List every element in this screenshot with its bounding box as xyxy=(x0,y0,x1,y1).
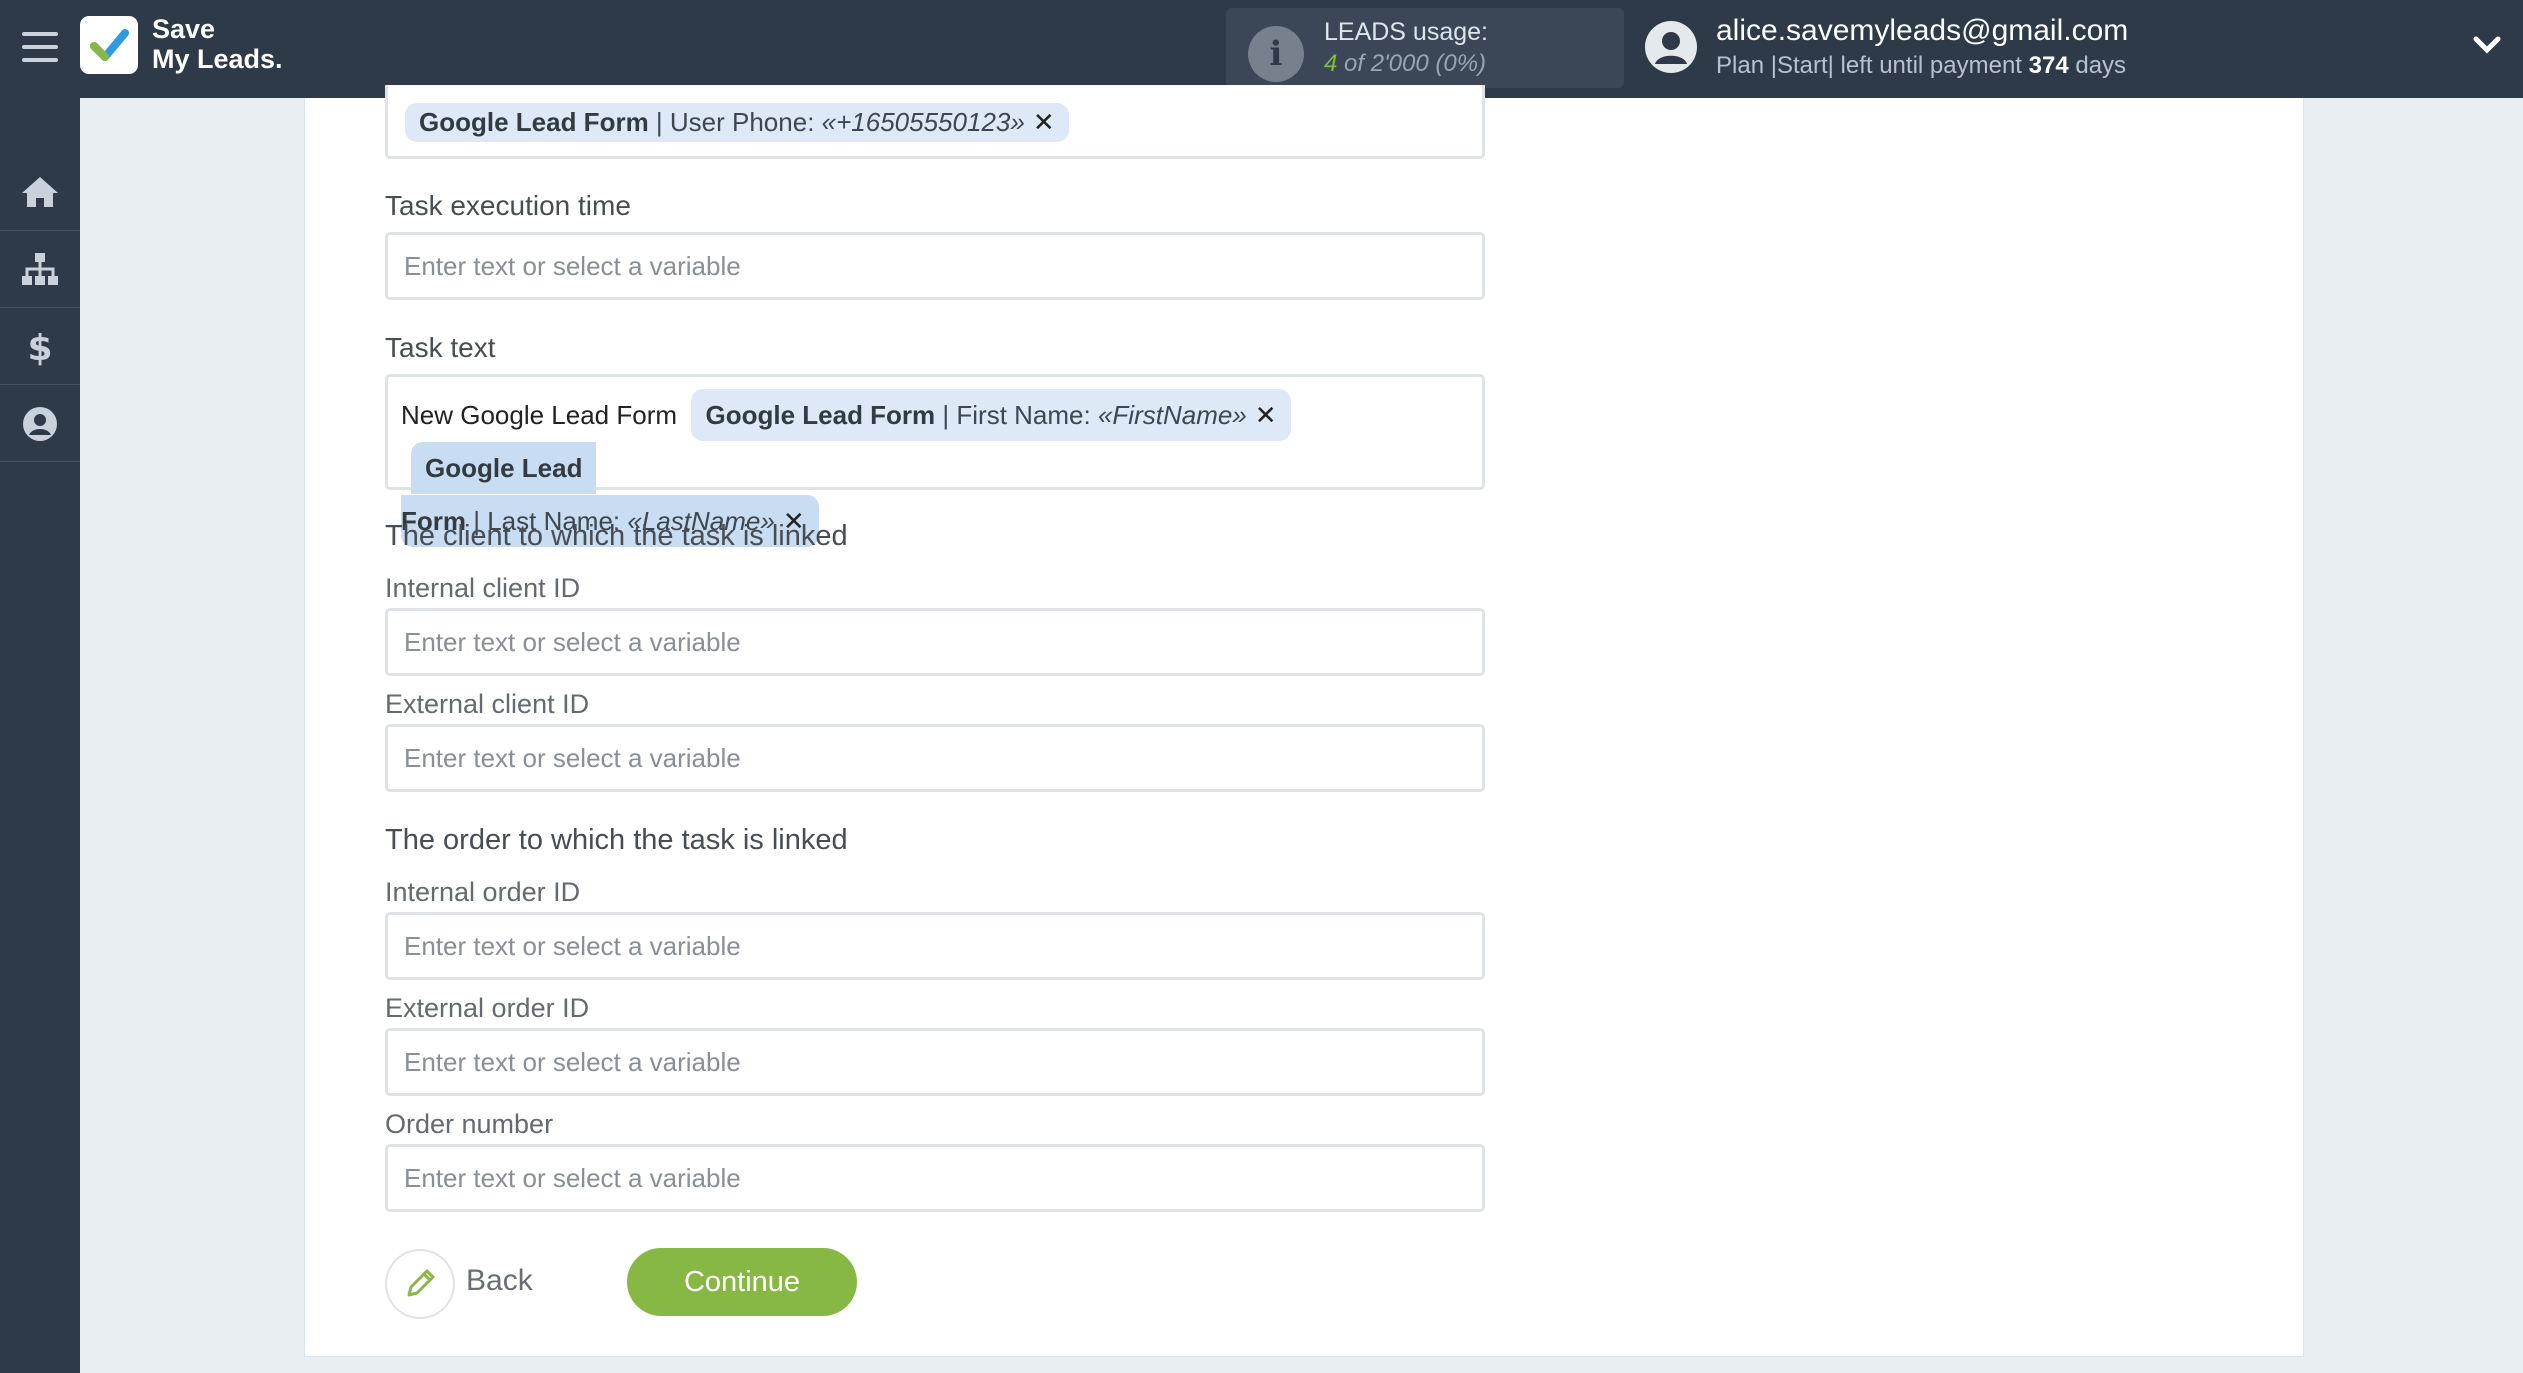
order-number-label: Order number xyxy=(385,1109,554,1139)
order-section-title: The order to which the task is linked xyxy=(385,824,848,856)
brand-line-2: My Leads. xyxy=(152,44,283,74)
brand-name[interactable]: Save My Leads. xyxy=(152,14,283,74)
task-text-label: Task text xyxy=(385,332,496,363)
leads-total: of 2'000 xyxy=(1344,50,1429,77)
top-bar: Save My Leads. i LEADS usage: 4 of 2'000… xyxy=(0,0,2523,98)
leads-usage-panel: i LEADS usage: 4 of 2'000 (0%) xyxy=(1226,8,1624,88)
sidebar-item-connections[interactable] xyxy=(0,231,80,308)
user-plan-info: Plan |Start| left until payment 374 days xyxy=(1716,52,2126,80)
pencil-icon xyxy=(407,1269,435,1297)
leads-usage-count: 4 of 2'000 (0%) xyxy=(1324,50,1486,78)
info-icon[interactable]: i xyxy=(1248,26,1304,82)
menu-icon[interactable] xyxy=(22,32,58,64)
order-number-input[interactable]: Enter text or select a variable xyxy=(385,1144,1485,1212)
leads-percent: (0%) xyxy=(1435,50,1487,77)
external-order-id-input[interactable]: Enter text or select a variable xyxy=(385,1028,1485,1096)
user-icon xyxy=(23,407,57,441)
leads-usage-title: LEADS usage: xyxy=(1324,18,1488,46)
brand-line-1: Save xyxy=(152,14,216,44)
user-avatar-icon[interactable] xyxy=(1644,20,1698,74)
internal-client-id-input[interactable]: Enter text or select a variable xyxy=(385,608,1485,676)
days-count: 374 xyxy=(2028,52,2069,79)
task-execution-time-input[interactable]: Enter text or select a variable xyxy=(385,232,1485,300)
days-label: days xyxy=(2075,52,2127,79)
sidebar: $ xyxy=(0,98,80,1373)
remove-tag-icon[interactable]: ✕ xyxy=(1033,107,1055,137)
internal-order-id-input[interactable]: Enter text or select a variable xyxy=(385,912,1485,980)
dollar-icon: $ xyxy=(27,328,52,366)
leads-used: 4 xyxy=(1324,50,1338,77)
phone-field[interactable]: Google Lead Form | User Phone: «+1650555… xyxy=(385,85,1485,159)
variable-tag[interactable]: Google Lead xyxy=(411,442,597,494)
external-order-id-label: External order ID xyxy=(385,993,590,1023)
external-client-id-input[interactable]: Enter text or select a variable xyxy=(385,724,1485,792)
svg-text:$: $ xyxy=(27,328,52,366)
home-icon xyxy=(22,177,58,207)
back-label[interactable]: Back xyxy=(466,1264,533,1298)
sidebar-item-billing[interactable]: $ xyxy=(0,308,80,385)
external-client-id-label: External client ID xyxy=(385,689,590,719)
back-button[interactable] xyxy=(385,1249,455,1319)
plan-text: Plan |Start| left until payment xyxy=(1716,52,2022,79)
client-section-title: The client to which the task is linked xyxy=(385,520,848,552)
chevron-down-icon[interactable] xyxy=(2472,34,2502,56)
continue-button[interactable]: Continue xyxy=(627,1248,857,1316)
logo-icon[interactable] xyxy=(80,16,138,74)
sidebar-item-home[interactable] xyxy=(0,154,80,231)
task-text-input[interactable]: New Google Lead Form Google Lead Form | … xyxy=(385,374,1485,547)
internal-order-id-label: Internal order ID xyxy=(385,877,581,907)
variable-tag[interactable]: Google Lead Form | First Name: «FirstNam… xyxy=(691,389,1291,441)
task-text-prefix: New Google Lead Form xyxy=(401,400,678,430)
sitemap-icon xyxy=(22,253,58,285)
internal-client-id-label: Internal client ID xyxy=(385,573,581,603)
task-execution-time-label: Task execution time xyxy=(385,190,631,221)
user-email[interactable]: alice.savemyleads@gmail.com xyxy=(1716,14,2128,48)
sidebar-item-account[interactable] xyxy=(0,385,80,462)
remove-tag-icon[interactable]: ✕ xyxy=(1255,400,1277,430)
variable-tag[interactable]: Google Lead Form | User Phone: «+1650555… xyxy=(405,103,1069,142)
